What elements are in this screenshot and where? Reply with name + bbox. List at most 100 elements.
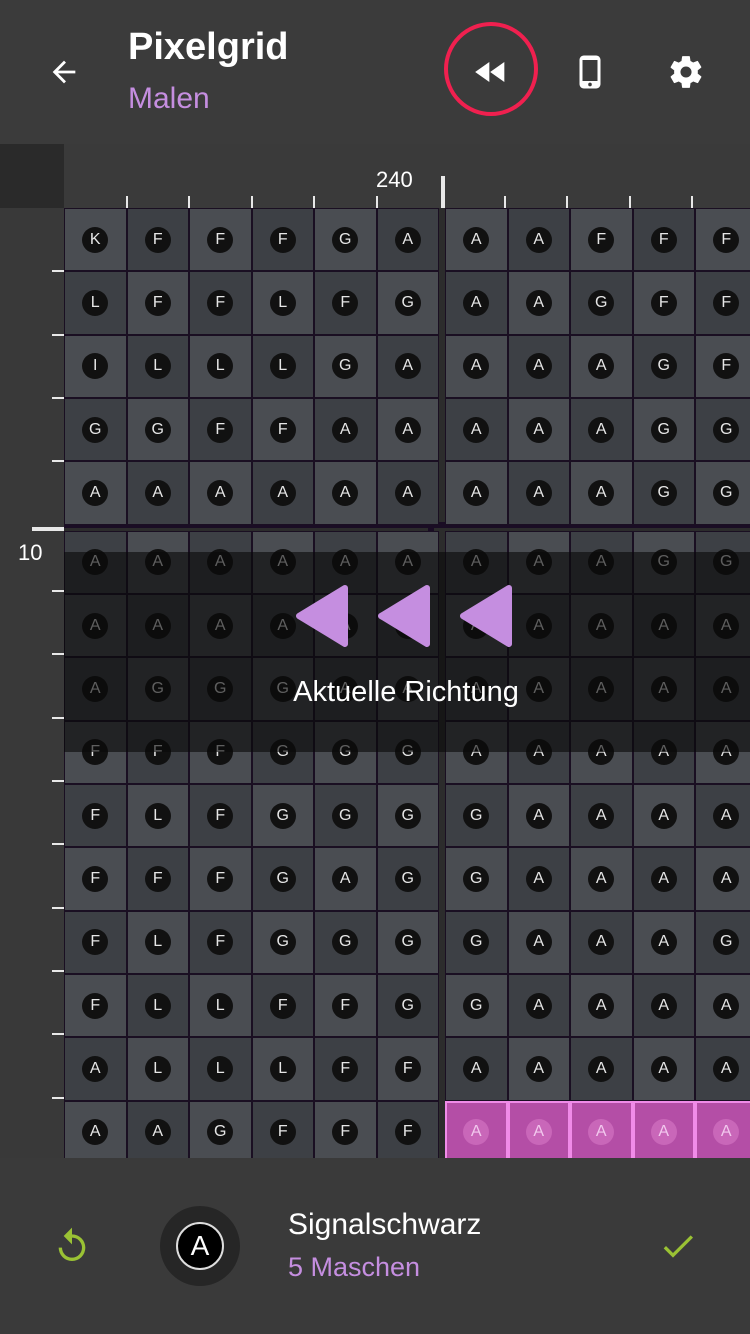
grid-cell[interactable]: A xyxy=(570,1037,633,1101)
grid-cell[interactable]: A xyxy=(445,271,508,335)
grid-cell[interactable]: G xyxy=(445,783,508,848)
grid-cell[interactable]: F xyxy=(632,208,695,272)
grid-cell[interactable]: A xyxy=(695,783,750,848)
grid-cell[interactable]: F xyxy=(64,847,127,911)
grid-cell[interactable]: A xyxy=(507,783,570,848)
rewind-button[interactable] xyxy=(459,40,523,104)
grid-cell[interactable]: G xyxy=(251,783,314,848)
grid-cell[interactable]: A xyxy=(570,1100,633,1158)
grid-cell[interactable]: L xyxy=(126,910,189,974)
grid-cell[interactable]: A xyxy=(632,1100,695,1158)
grid-cell[interactable]: G xyxy=(632,397,695,462)
grid-cell[interactable]: G xyxy=(695,397,750,462)
grid-cell[interactable]: L xyxy=(189,973,252,1038)
confirm-button[interactable] xyxy=(650,1218,706,1274)
grid-cell[interactable]: A xyxy=(570,461,633,525)
grid-cell[interactable]: A xyxy=(695,1100,750,1158)
grid-cell[interactable]: G xyxy=(314,783,377,848)
grid-cell[interactable]: F xyxy=(314,1100,377,1158)
grid-cell[interactable]: F xyxy=(251,397,314,462)
grid-cell[interactable]: G xyxy=(632,461,695,525)
grid-cell[interactable]: A xyxy=(445,1037,508,1101)
grid-cell[interactable]: L xyxy=(64,271,127,335)
grid-cell[interactable]: F xyxy=(126,208,189,272)
grid-cell[interactable]: F xyxy=(126,847,189,911)
grid-cell[interactable]: A xyxy=(695,847,750,911)
grid-cell[interactable]: L xyxy=(126,783,189,848)
grid-cell[interactable]: A xyxy=(507,973,570,1038)
grid-cell[interactable]: F xyxy=(189,783,252,848)
grid-cell[interactable]: A xyxy=(126,461,189,525)
grid-cell[interactable]: A xyxy=(570,910,633,974)
grid-cell[interactable]: G xyxy=(376,271,439,335)
grid-cell[interactable]: F xyxy=(314,1037,377,1101)
grid-cell[interactable]: A xyxy=(507,271,570,335)
color-swatch[interactable]: A xyxy=(160,1206,240,1286)
grid-cell[interactable]: F xyxy=(64,973,127,1038)
grid-cell[interactable]: F xyxy=(189,910,252,974)
grid-cell[interactable]: A xyxy=(445,461,508,525)
grid-cell[interactable]: A xyxy=(314,847,377,911)
grid-cell[interactable]: F xyxy=(64,783,127,848)
grid-cell[interactable]: A xyxy=(64,461,127,525)
grid-cell[interactable]: F xyxy=(314,973,377,1038)
grid-cell[interactable]: A xyxy=(570,847,633,911)
grid-cell[interactable]: A xyxy=(64,1100,127,1158)
grid-cell[interactable]: F xyxy=(189,271,252,335)
grid-cell[interactable]: G xyxy=(376,783,439,848)
grid-cell[interactable]: G xyxy=(376,910,439,974)
grid-cell[interactable]: A xyxy=(126,1100,189,1158)
back-button[interactable] xyxy=(40,48,88,96)
grid-cell[interactable]: A xyxy=(507,334,570,398)
grid-cell[interactable]: A xyxy=(376,208,439,272)
grid-cell[interactable]: A xyxy=(376,461,439,525)
grid-cell[interactable]: G xyxy=(445,847,508,911)
grid-cell[interactable]: A xyxy=(632,1037,695,1101)
grid-cell[interactable]: L xyxy=(251,271,314,335)
grid-cell[interactable]: G xyxy=(64,397,127,462)
grid-cell[interactable]: A xyxy=(632,973,695,1038)
grid-cell[interactable]: A xyxy=(314,461,377,525)
grid-cell[interactable]: A xyxy=(445,334,508,398)
grid-cell[interactable]: A xyxy=(445,208,508,272)
grid-cell[interactable]: A xyxy=(507,847,570,911)
grid-cell[interactable]: A xyxy=(445,1100,508,1158)
grid-cell[interactable]: F xyxy=(570,208,633,272)
grid-cell[interactable]: F xyxy=(695,208,750,272)
grid-cell[interactable]: A xyxy=(376,397,439,462)
grid-cell[interactable]: F xyxy=(251,1100,314,1158)
grid-cell[interactable]: L xyxy=(126,334,189,398)
device-button[interactable] xyxy=(558,40,622,104)
grid-cell[interactable]: F xyxy=(695,271,750,335)
grid-cell[interactable]: F xyxy=(126,271,189,335)
grid-cell[interactable]: A xyxy=(695,1037,750,1101)
grid-cell[interactable]: A xyxy=(189,461,252,525)
grid-cell[interactable]: L xyxy=(251,334,314,398)
grid-cell[interactable]: G xyxy=(445,973,508,1038)
grid-cell[interactable]: F xyxy=(251,208,314,272)
grid-cell[interactable]: L xyxy=(189,1037,252,1101)
grid-cell[interactable]: G xyxy=(126,397,189,462)
grid-cell[interactable]: F xyxy=(251,973,314,1038)
grid-cell[interactable]: A xyxy=(507,461,570,525)
grid-cell[interactable]: A xyxy=(251,461,314,525)
grid-cell[interactable]: G xyxy=(251,910,314,974)
grid-cell[interactable]: G xyxy=(695,910,750,974)
grid-cell[interactable]: A xyxy=(376,334,439,398)
grid-cell[interactable]: F xyxy=(376,1100,439,1158)
grid-cell[interactable]: F xyxy=(376,1037,439,1101)
undo-button[interactable] xyxy=(44,1218,100,1274)
grid-cell[interactable]: G xyxy=(251,847,314,911)
grid-cell[interactable]: A xyxy=(445,397,508,462)
grid-cell[interactable]: G xyxy=(314,208,377,272)
grid-cell[interactable]: F xyxy=(695,334,750,398)
grid-cell[interactable]: F xyxy=(314,271,377,335)
grid-cell[interactable]: A xyxy=(64,1037,127,1101)
grid-cell[interactable]: A xyxy=(507,1100,570,1158)
grid-cell[interactable]: A xyxy=(632,847,695,911)
grid-cell[interactable]: A xyxy=(570,334,633,398)
grid-cell[interactable]: F xyxy=(189,847,252,911)
grid-cell[interactable]: G xyxy=(376,847,439,911)
grid-cell[interactable]: K xyxy=(64,208,127,272)
grid-cell[interactable]: G xyxy=(189,1100,252,1158)
